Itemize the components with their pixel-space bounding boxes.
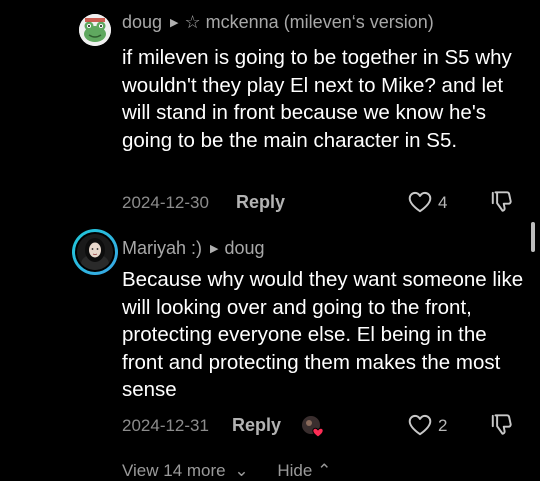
comment-date: 2024-12-30 xyxy=(122,193,209,212)
reply-arrow-icon: ▶ xyxy=(170,17,179,29)
comment-actions: 2024-12-30 Reply 4 xyxy=(122,191,522,215)
heart-outline-icon[interactable] xyxy=(407,189,433,215)
creator-liked-badge-icon xyxy=(301,415,324,438)
portrait-avatar-icon xyxy=(77,234,113,270)
avatar[interactable] xyxy=(79,14,111,46)
like-count: 4 xyxy=(438,193,448,212)
like-count: 2 xyxy=(438,416,448,435)
thumbs-down-icon[interactable] xyxy=(489,188,515,214)
author-name[interactable]: Mariyah :) xyxy=(122,238,202,258)
reply-to-name[interactable]: ☆ mckenna (mileven‘s version) xyxy=(185,12,434,32)
chevron-down-icon: ⌄ xyxy=(234,461,249,480)
avatar-story-ring[interactable] xyxy=(72,229,118,275)
comment-text: if mileven is going to be together in S5… xyxy=(122,46,512,152)
chevron-up-icon: ⌃ xyxy=(317,461,332,480)
reply-button[interactable]: Reply xyxy=(236,192,285,213)
view-more-button[interactable]: View 14 more xyxy=(122,461,226,480)
replies-footer: View 14 more ⌄ Hide ⌃ xyxy=(122,461,331,481)
frog-avatar-icon xyxy=(79,14,111,46)
comment-date: 2024-12-31 xyxy=(122,416,209,435)
hide-button[interactable]: Hide xyxy=(277,461,312,480)
scrollbar[interactable] xyxy=(531,222,535,252)
comment-meta: doug ▶ ☆ mckenna (mileven‘s version) xyxy=(122,12,434,33)
avatar xyxy=(75,232,115,272)
thumbs-down-icon[interactable] xyxy=(489,411,515,437)
reply-button[interactable]: Reply xyxy=(232,415,281,436)
heart-outline-icon[interactable] xyxy=(407,412,433,438)
author-name[interactable]: doug xyxy=(122,12,162,32)
reply-arrow-icon: ▶ xyxy=(210,243,219,255)
comment-meta: Mariyah :) ▶ doug xyxy=(122,238,265,259)
reply-to-name[interactable]: doug xyxy=(224,238,264,258)
comment-text: Because why would they want someone like… xyxy=(122,268,524,402)
